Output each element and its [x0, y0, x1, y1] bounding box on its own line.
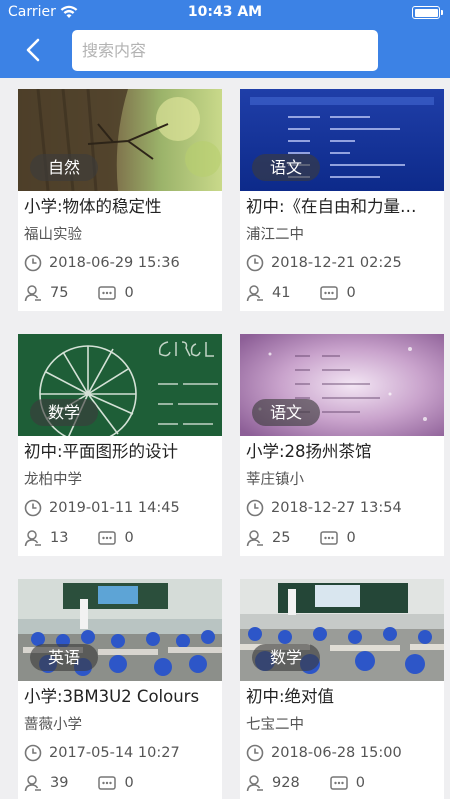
battery-icon — [412, 6, 443, 19]
school-name: 七宝二中 — [246, 717, 304, 733]
subject-tag: 语文 — [252, 399, 320, 426]
video-card[interactable]: 英语 小学:3BM3U2 Colours 蔷薇小学 2017-05-14 10:… — [18, 579, 222, 799]
video-title: 小学:3BM3U2 Colours — [24, 687, 200, 706]
upload-time: 2018-06-29 15:36 — [49, 255, 180, 271]
video-card[interactable]: 数学 初中:绝对值 七宝二中 2018-06-28 15:00 928 0 — [240, 579, 444, 799]
comment-icon — [320, 531, 339, 545]
status-bar: Carrier 10:43 AM — [0, 0, 450, 26]
video-card[interactable]: 语文 小学:28扬州茶馆 莘庄镇小 2018-12-27 13:54 25 0 — [240, 334, 444, 556]
user-icon — [246, 530, 263, 547]
subject-tag: 自然 — [30, 154, 98, 181]
video-card[interactable]: 自然 小学:物体的稳定性 福山实验 2018-06-29 15:36 75 0 — [18, 89, 222, 311]
school-name: 福山实验 — [24, 227, 82, 243]
header-bar: Carrier 10:43 AM — [0, 0, 450, 78]
video-card[interactable]: 数学 初中:平面图形的设计 龙柏中学 2019-01-11 14:45 13 0 — [18, 334, 222, 556]
comment-count: 0 — [124, 530, 134, 546]
comment-count: 0 — [346, 285, 356, 301]
upload-time: 2018-12-27 13:54 — [271, 500, 402, 516]
comment-count: 0 — [355, 775, 365, 791]
view-count: 928 — [272, 775, 300, 791]
subject-tag: 语文 — [252, 154, 320, 181]
comment-count: 0 — [346, 530, 356, 546]
upload-time: 2018-12-21 02:25 — [271, 255, 402, 271]
school-name: 龙柏中学 — [24, 472, 82, 488]
user-icon — [246, 775, 263, 792]
video-card[interactable]: 语文 初中:《在自由和力量… 浦江二中 2018-12-21 02:25 41 … — [240, 89, 444, 311]
user-icon — [246, 285, 263, 302]
clock-icon — [246, 254, 264, 272]
school-name: 莘庄镇小 — [246, 472, 304, 488]
comment-icon — [98, 776, 117, 790]
view-count: 75 — [50, 285, 69, 301]
video-title: 初中:《在自由和力量… — [246, 197, 417, 216]
video-title: 小学:28扬州茶馆 — [246, 442, 372, 461]
user-icon — [24, 775, 41, 792]
clock-icon — [246, 499, 264, 517]
subject-tag: 数学 — [252, 644, 320, 671]
video-title: 小学:物体的稳定性 — [24, 197, 162, 216]
school-name: 浦江二中 — [246, 227, 304, 243]
school-name: 蔷薇小学 — [24, 717, 82, 733]
upload-time: 2017-05-14 10:27 — [49, 745, 180, 761]
view-count: 39 — [50, 775, 69, 791]
clock: 10:43 AM — [187, 4, 263, 20]
clock-icon — [246, 744, 264, 762]
comment-icon — [98, 531, 117, 545]
comment-icon — [98, 286, 117, 300]
comment-count: 0 — [124, 285, 134, 301]
user-icon — [24, 530, 41, 547]
view-count: 25 — [272, 530, 291, 546]
upload-time: 2019-01-11 14:45 — [49, 500, 180, 516]
clock-icon — [24, 499, 42, 517]
comment-icon — [329, 776, 348, 790]
view-count: 13 — [50, 530, 69, 546]
user-icon — [24, 285, 41, 302]
video-title: 初中:平面图形的设计 — [24, 442, 179, 461]
clock-icon — [24, 744, 42, 762]
view-count: 41 — [272, 285, 291, 301]
subject-tag: 英语 — [30, 644, 98, 671]
subject-tag: 数学 — [30, 399, 98, 426]
comment-icon — [320, 286, 339, 300]
video-title: 初中:绝对值 — [246, 687, 335, 706]
upload-time: 2018-06-28 15:00 — [271, 745, 402, 761]
comment-count: 0 — [124, 775, 134, 791]
back-arrow-icon[interactable] — [20, 36, 48, 64]
clock-icon — [24, 254, 42, 272]
search-input[interactable] — [72, 30, 378, 71]
